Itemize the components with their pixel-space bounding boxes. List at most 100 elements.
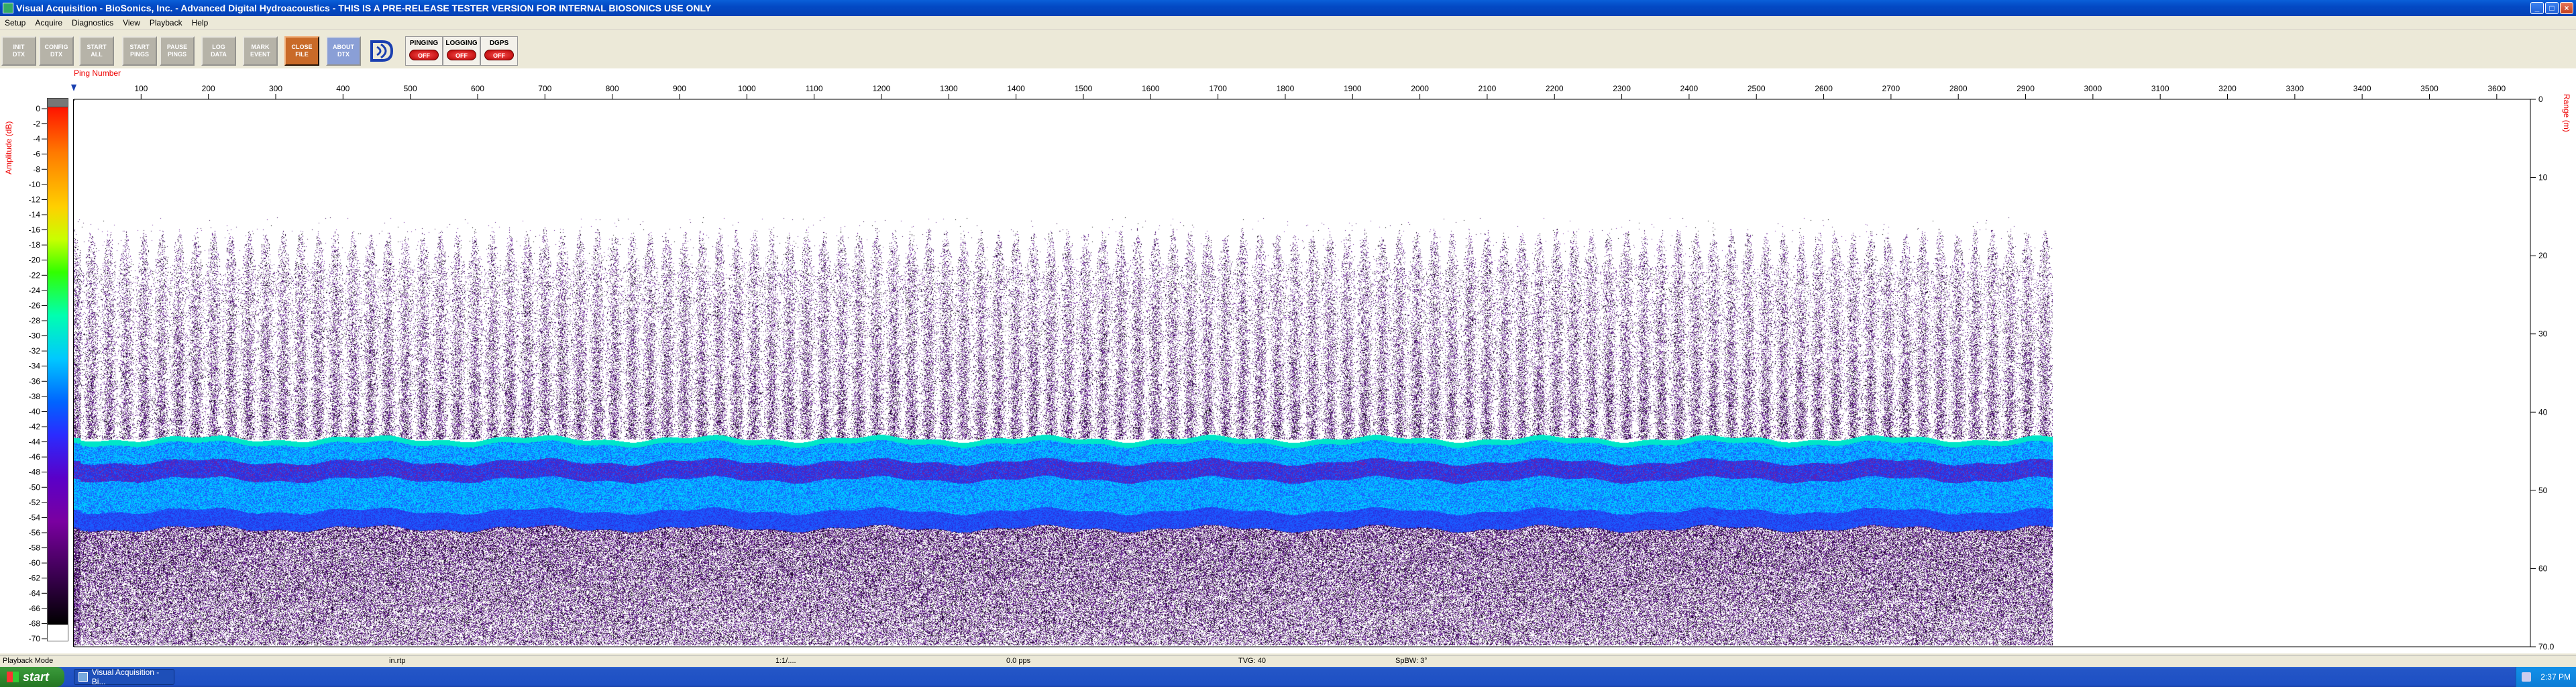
ping-tick-label: 2000: [1411, 84, 1429, 93]
amplitude-tick-label: -64: [29, 588, 41, 598]
amplitude-ticks: 0 -2 -4 -6 -8 -10 -12 -14 -16 -18 -20 -22 -24 -26 -28 -…: [29, 104, 47, 643]
ping-tick-label: 100: [134, 84, 148, 93]
amplitude-tick-label: -12: [29, 195, 41, 204]
ping-tick-label: 2100: [1479, 84, 1497, 93]
ping-tick-label: 2300: [1613, 84, 1631, 93]
amplitude-tick-label: -62: [29, 574, 41, 583]
status-file: in.rtp: [389, 657, 406, 665]
amplitude-tick-label: -16: [29, 225, 41, 235]
range-tick-label: 70.0: [2538, 642, 2555, 651]
ping-tick-label: 3100: [2151, 84, 2169, 93]
amplitude-tick-label: -28: [29, 316, 41, 325]
ping-tick-label: 1600: [1142, 84, 1160, 93]
amplitude-tick-label: -8: [33, 164, 40, 174]
amplitude-tick-label: -34: [29, 362, 41, 371]
ping-tick-label: 1700: [1209, 84, 1227, 93]
status-rate: 0.0 pps: [1006, 657, 1031, 665]
ping-ticks: 100 200 300 400 500 600 700 800 900 1000 1100 1200 1…: [134, 84, 2506, 99]
amplitude-tick-label: -66: [29, 604, 41, 613]
ping-tick-label: 3300: [2286, 84, 2304, 93]
amplitude-tick-label: -52: [29, 498, 41, 507]
ping-tick-label: 2700: [1882, 84, 1900, 93]
start-label: start: [23, 670, 50, 684]
ping-tick-label: 1800: [1277, 84, 1295, 93]
taskbar: start Visual Acquisition - Bi... 2:37 PM: [0, 667, 2576, 687]
amplitude-tick-label: -58: [29, 543, 41, 553]
ping-tick-label: 400: [336, 84, 350, 93]
ping-tick-label: 3600: [2487, 84, 2506, 93]
amplitude-tick-label: -14: [29, 210, 41, 219]
amplitude-tick-label: -70: [29, 634, 41, 643]
system-tray: 2:37 PM: [2516, 667, 2576, 687]
ping-tick-label: 1300: [940, 84, 958, 93]
ping-tick-label: 3500: [2420, 84, 2438, 93]
amplitude-tick-label: 0: [36, 104, 40, 113]
ping-tick-label: 2800: [1949, 84, 1968, 93]
start-button[interactable]: start: [0, 667, 64, 687]
app-window: Visual Acquisition - BioSonics, Inc. - A…: [0, 0, 2576, 687]
ping-tick-label: 2900: [2017, 84, 2035, 93]
app-window-icon: [78, 672, 88, 682]
amplitude-tick-label: -54: [29, 513, 41, 522]
status-tvg: TVG: 40: [1238, 657, 1266, 665]
amplitude-tick-label: -56: [29, 528, 41, 537]
amplitude-tick-label: -6: [33, 150, 40, 159]
task-label: Visual Acquisition - Bi...: [91, 668, 160, 686]
amplitude-tick-label: -10: [29, 180, 41, 189]
ping-tick-label: 300: [269, 84, 282, 93]
ping-tick-label: 2500: [1748, 84, 1766, 93]
ping-cursor-marker: [71, 85, 76, 91]
ping-tick-label: 1500: [1075, 84, 1093, 93]
status-bar: Playback Mode in.rtp 1:1/.... 0.0 pps TV…: [0, 655, 2576, 667]
ping-tick-label: 500: [404, 84, 417, 93]
ping-tick-label: 3200: [2218, 84, 2237, 93]
amplitude-tick-label: -50: [29, 482, 41, 492]
ping-tick-label: 800: [606, 84, 619, 93]
ping-tick-label: 1900: [1344, 84, 1362, 93]
taskbar-item-visual-acquisition[interactable]: Visual Acquisition - Bi...: [74, 668, 174, 686]
amplitude-tick-label: -4: [33, 134, 40, 144]
amplitude-tick-label: -2: [33, 119, 40, 129]
ping-tick-label: 600: [471, 84, 484, 93]
amplitude-tick-label: -44: [29, 437, 41, 447]
range-tick-label: 40: [2538, 407, 2548, 417]
amplitude-tick-label: -32: [29, 346, 41, 356]
network-icon[interactable]: [2522, 672, 2532, 682]
range-tick-label: 10: [2538, 173, 2548, 182]
ping-tick-label: 700: [538, 84, 551, 93]
range-tick-label: 0: [2538, 95, 2543, 104]
ping-tick-label: 2200: [1546, 84, 1564, 93]
amplitude-tick-label: -36: [29, 376, 41, 386]
range-tick-label: 60: [2538, 564, 2548, 573]
ping-tick-label: 3000: [2084, 84, 2102, 93]
ping-tick-label: 200: [202, 84, 215, 93]
ping-tick-label: 900: [673, 84, 686, 93]
ping-tick-label: 1100: [806, 84, 823, 93]
amplitude-tick-label: -40: [29, 407, 41, 416]
range-tick-label: 50: [2538, 486, 2548, 495]
amplitude-tick-label: -46: [29, 452, 41, 462]
range-tick-label: 20: [2538, 251, 2548, 260]
amplitude-tick-label: -22: [29, 270, 41, 280]
amplitude-tick-label: -26: [29, 301, 41, 310]
status-spbw: SpBW: 3°: [1395, 657, 1428, 665]
ping-tick-label: 2400: [1680, 84, 1699, 93]
ping-tick-label: 1000: [738, 84, 756, 93]
ping-tick-label: 2600: [1815, 84, 1833, 93]
amplitude-tick-label: -18: [29, 240, 41, 250]
clock: 2:37 PM: [2540, 672, 2571, 682]
amplitude-tick-label: -60: [29, 558, 41, 568]
amplitude-tick-label: -38: [29, 392, 41, 401]
range-tick-label: 30: [2538, 329, 2548, 339]
amplitude-tick-label: -42: [29, 422, 41, 431]
amplitude-tick-label: -68: [29, 619, 41, 628]
ping-tick-label: 1400: [1007, 84, 1025, 93]
amplitude-tick-label: -48: [29, 468, 41, 477]
amplitude-tick-label: -30: [29, 331, 41, 341]
windows-flag-icon: [7, 672, 19, 682]
amplitude-tick-label: -20: [29, 256, 41, 265]
echogram-canvas[interactable]: [74, 101, 2053, 645]
status-mode: Playback Mode: [3, 657, 54, 665]
ping-tick-label: 1200: [873, 84, 891, 93]
ping-tick-label: 3400: [2353, 84, 2371, 93]
